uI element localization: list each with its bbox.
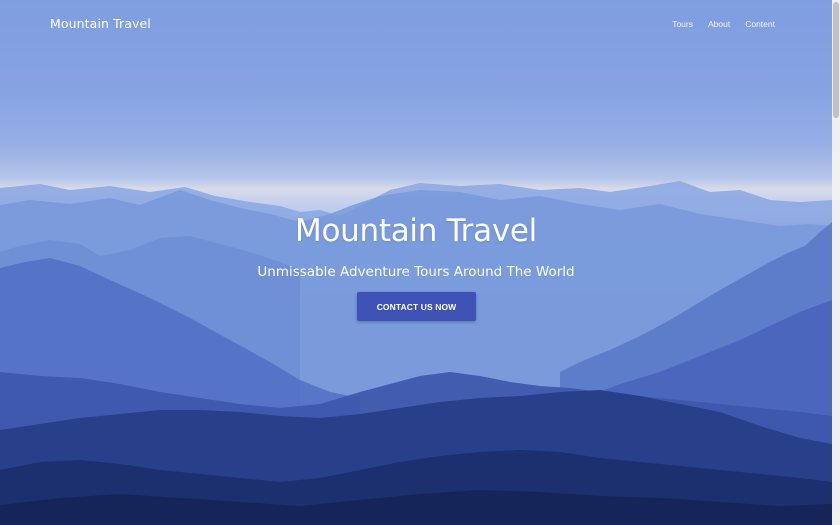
- navbar: Mountain Travel Tours About Content: [0, 0, 832, 50]
- contact-us-button[interactable]: CONTACT US NOW: [357, 292, 476, 321]
- hero-subtitle: Unmissable Adventure Tours Around The Wo…: [257, 264, 575, 280]
- hero-section: Mountain Travel Tours About Content Moun…: [0, 0, 832, 525]
- hero-title: Mountain Travel: [295, 213, 537, 249]
- scrollbar-thumb[interactable]: [833, 2, 839, 118]
- mountain-landscape-image: [0, 181, 832, 525]
- nav-link-tours[interactable]: Tours: [672, 19, 693, 29]
- nav-link-about[interactable]: About: [708, 19, 730, 29]
- brand-logo-text[interactable]: Mountain Travel: [50, 16, 151, 31]
- nav-links: Tours About Content: [657, 19, 775, 29]
- nav-link-content[interactable]: Content: [745, 19, 775, 29]
- page-scrollbar[interactable]: [832, 0, 840, 525]
